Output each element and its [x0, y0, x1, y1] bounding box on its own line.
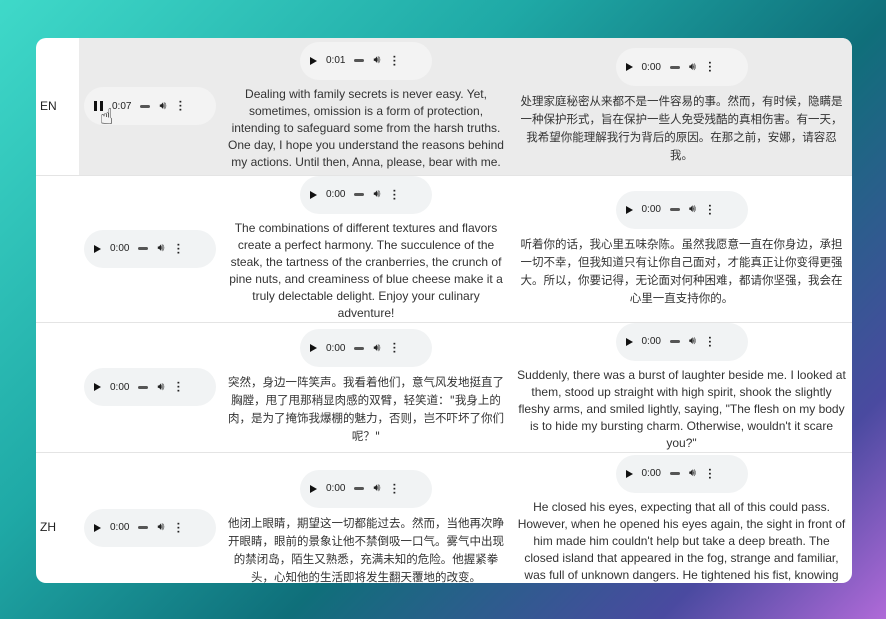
volume-icon[interactable]: 🔊︎: [159, 98, 166, 115]
volume-icon[interactable]: 🔊︎: [373, 340, 380, 357]
right-audio-player[interactable]: 0:00 🔊︎ ···: [615, 454, 748, 493]
source-audio-player[interactable]: 0:00 🔊︎ ···: [84, 508, 216, 547]
more-options-icon[interactable]: ···: [387, 55, 401, 67]
right-text: Suddenly, there was a burst of laughter …: [517, 367, 846, 450]
volume-icon[interactable]: 🔊︎: [689, 59, 696, 76]
more-options-icon[interactable]: ···: [703, 468, 717, 480]
middle-audio-player[interactable]: 0:00 🔊︎ ···: [300, 469, 432, 508]
middle-text: Dealing with family secrets is never eas…: [228, 86, 504, 169]
audio-time: 0:00: [641, 468, 661, 479]
audio-time: 0:00: [641, 336, 661, 347]
audio-time: 0:00: [641, 204, 661, 215]
play-button[interactable]: [94, 244, 101, 253]
middle-text: 他闭上眼睛，期望这一切都能过去。然而，当他再次睁开眼睛，眼前的景象让他不禁倒吸一…: [228, 515, 504, 584]
more-options-icon[interactable]: ···: [387, 483, 401, 495]
audio-time: 0:00: [110, 381, 130, 393]
right-audio-player[interactable]: 0:00 🔊︎ ···: [615, 190, 748, 229]
progress-slider[interactable]: [354, 193, 365, 196]
volume-icon[interactable]: 🔊︎: [157, 519, 164, 536]
more-options-icon[interactable]: ···: [387, 189, 401, 201]
progress-slider[interactable]: [354, 487, 365, 490]
audio-time: 0:01: [326, 55, 346, 67]
middle-audio-player[interactable]: 0:01 🔊︎ ···: [300, 41, 432, 80]
right-audio-player[interactable]: 0:00 🔊︎ ···: [615, 322, 748, 361]
more-options-icon[interactable]: ···: [171, 522, 185, 534]
source-audio-player[interactable]: 0:00 🔊︎ ···: [84, 368, 216, 406]
volume-icon[interactable]: 🔊︎: [373, 52, 380, 69]
progress-slider[interactable]: [354, 59, 365, 63]
progress-slider[interactable]: [354, 346, 365, 350]
right-text: 处理家庭秘密从来都不是一件容易的事。然而，有时候，隐瞒是一种保护形式，旨在保护一…: [520, 94, 843, 163]
play-button[interactable]: [310, 190, 317, 199]
play-button[interactable]: [625, 205, 633, 214]
progress-slider[interactable]: [138, 247, 149, 250]
progress-slider[interactable]: [669, 472, 680, 475]
middle-audio-player[interactable]: 0:00 🔊︎ ···: [300, 329, 432, 367]
translation-table-card: EN 0:07 🔊︎ ··· 0:01 🔊︎ ··· Dealing with famil…: [36, 38, 852, 583]
source-audio-player[interactable]: 0:00 🔊︎ ···: [84, 229, 216, 268]
audio-time: 0:00: [110, 522, 130, 533]
play-button[interactable]: [625, 63, 633, 72]
play-button[interactable]: [625, 337, 633, 346]
play-button[interactable]: [94, 383, 101, 391]
right-audio-player[interactable]: 0:00 🔊︎ ···: [615, 48, 748, 87]
play-button[interactable]: [625, 469, 633, 478]
audio-time: 0:00: [641, 61, 661, 73]
progress-slider[interactable]: [138, 385, 149, 389]
volume-icon[interactable]: 🔊︎: [157, 379, 164, 396]
audio-time: 0:00: [326, 342, 346, 354]
language-label: EN: [40, 98, 57, 113]
play-button[interactable]: [310, 344, 317, 352]
play-button[interactable]: [310, 484, 317, 493]
more-options-icon[interactable]: ···: [703, 61, 717, 73]
progress-slider[interactable]: [669, 65, 680, 69]
middle-text: 突然，身边一阵笑声。我看着他们，意气风发地挺直了胸膛，甩了甩那稍显肉感的双臂，轻…: [228, 375, 504, 443]
right-text: 听着你的话，我心里五味杂陈。虽然我愿意一直在你身边，承担一切不幸，但我知道只有让…: [520, 236, 843, 305]
play-button[interactable]: [310, 56, 317, 65]
more-options-icon[interactable]: ···: [171, 243, 185, 255]
table-row: 0:00 🔊︎ ··· 0:00 🔊︎ ··· 突然，身边一阵笑声。我看着他们，意气风发地…: [36, 322, 852, 452]
volume-icon[interactable]: 🔊︎: [689, 201, 696, 218]
language-label: ZH: [40, 520, 56, 534]
audio-time: 0:00: [110, 243, 130, 254]
table-row: 0:00 🔊︎ ··· 0:00 🔊︎ ··· The combinations of d…: [36, 175, 852, 322]
progress-slider[interactable]: [140, 104, 151, 108]
more-options-icon[interactable]: ···: [171, 381, 185, 393]
more-options-icon[interactable]: ···: [703, 336, 717, 348]
volume-icon[interactable]: 🔊︎: [689, 333, 696, 350]
right-text: He closed his eyes, expecting that all o…: [517, 499, 846, 582]
volume-icon[interactable]: 🔊︎: [373, 186, 380, 203]
more-options-icon[interactable]: ···: [387, 342, 401, 354]
audio-time: 0:00: [326, 483, 346, 494]
middle-text: The combinations of different textures a…: [229, 220, 503, 320]
audio-time: 0:00: [326, 189, 346, 200]
table-row: ZH 0:00 🔊︎ ··· 0:00 🔊︎ ··· 他闭上眼睛，期望这一切都能过去。然而…: [36, 452, 852, 583]
more-options-icon[interactable]: ···: [173, 100, 187, 112]
progress-slider[interactable]: [138, 526, 149, 529]
hand-cursor-icon: ☝: [100, 104, 114, 129]
audio-time: 0:07: [112, 100, 132, 112]
middle-audio-player[interactable]: 0:00 🔊︎ ···: [300, 175, 432, 214]
more-options-icon[interactable]: ···: [703, 204, 717, 216]
progress-slider[interactable]: [669, 208, 680, 211]
language-label: [36, 322, 79, 452]
volume-icon[interactable]: 🔊︎: [373, 480, 380, 497]
table-row: EN 0:07 🔊︎ ··· 0:01 🔊︎ ··· Dealing with famil…: [36, 38, 852, 175]
volume-icon[interactable]: 🔊︎: [689, 465, 696, 482]
language-label: [36, 175, 79, 322]
progress-slider[interactable]: [669, 340, 680, 343]
translation-table: EN 0:07 🔊︎ ··· 0:01 🔊︎ ··· Dealing with famil…: [36, 38, 852, 583]
volume-icon[interactable]: 🔊︎: [157, 240, 164, 257]
play-button[interactable]: [94, 523, 101, 532]
